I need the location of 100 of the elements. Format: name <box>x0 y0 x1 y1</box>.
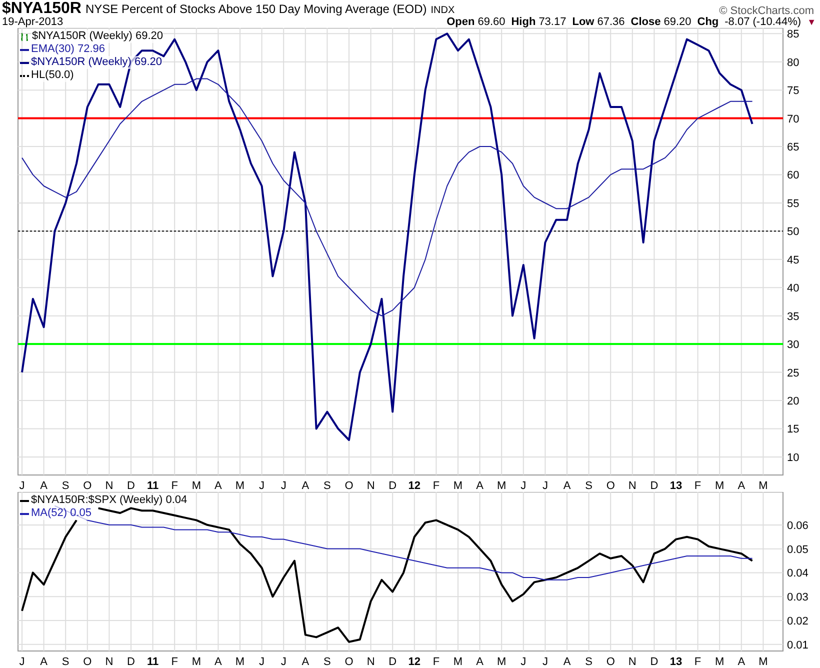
axis-label: M <box>192 656 201 668</box>
quote-label: Open <box>446 17 475 28</box>
axis-label: O <box>83 480 92 492</box>
legend-label: HL(50.0) <box>31 69 74 82</box>
axis-label: 55 <box>787 198 800 210</box>
axis-label: S <box>324 656 331 668</box>
axis-label: J <box>520 480 526 492</box>
axis-label: 80 <box>787 56 800 69</box>
axis-label: J <box>19 480 25 492</box>
axis-label: O <box>606 480 615 492</box>
axis-label: 65 <box>787 142 800 154</box>
axis-label: 30 <box>787 339 800 352</box>
change-marker: ▼ <box>807 18 816 27</box>
axis-label: F <box>432 656 440 668</box>
axis-label: 0.02 <box>787 615 808 628</box>
legend-label: $NYA150R (Weekly) 69.20 <box>32 30 164 43</box>
axis-label: M <box>758 656 768 668</box>
axis-label: 45 <box>787 254 800 266</box>
axis-label: J <box>19 656 25 668</box>
axis-label: M <box>715 480 724 492</box>
legend-label: MA(52) 0.05 <box>31 507 92 520</box>
axis-label: J <box>259 480 265 492</box>
axis-label: 0.04 <box>787 568 808 580</box>
axis-label: 25 <box>787 367 800 380</box>
quote-label: Chg <box>697 17 719 28</box>
axis-label: O <box>344 480 354 492</box>
quote-label: Close <box>630 17 661 28</box>
axis-label: M <box>453 480 463 492</box>
axis-label: D <box>127 480 135 492</box>
axis-label: A <box>738 480 746 492</box>
axis-label: D <box>127 656 135 668</box>
axis-label: N <box>366 656 375 668</box>
axis-label: 11 <box>146 480 159 492</box>
axis-label: J <box>542 656 548 668</box>
bars-icon <box>20 32 30 42</box>
axis-label: 20 <box>787 396 800 408</box>
axis-label: 13 <box>670 656 682 668</box>
axis-label: 10 <box>787 452 800 464</box>
quote-value: 69.20 <box>664 17 692 28</box>
legend-label: $NYA150R (Weekly) 69.20 <box>31 56 162 69</box>
axis-label: M <box>453 656 463 668</box>
axis-label: 12 <box>408 480 421 492</box>
axis-label: N <box>366 480 375 492</box>
axis-label: D <box>388 480 397 492</box>
axis-label: 0.01 <box>787 639 808 652</box>
axis-label: 40 <box>787 282 800 295</box>
axis-label: 0.05 <box>787 544 808 556</box>
quote-value: -8.07 (-10.44%) <box>724 17 802 28</box>
axis-label: 70 <box>787 113 800 126</box>
quote-label: High <box>511 17 536 28</box>
axis-label: J <box>280 656 286 668</box>
axis-label: J <box>520 656 526 668</box>
quote-value: 69.60 <box>478 17 506 28</box>
quote-value: 67.36 <box>597 17 625 28</box>
exchange-label: INDX <box>430 6 455 16</box>
axis-label: M <box>192 480 201 492</box>
axis-label: J <box>280 480 286 492</box>
axis-label: J <box>542 480 548 492</box>
axis-label: S <box>62 480 70 492</box>
legend-label: $NYA150R:$SPX (Weekly) 0.04 <box>31 494 188 507</box>
chart-description: NYSE Percent of Stocks Above 150 Day Moving Average (EOD) <box>85 3 427 15</box>
axis-label: A <box>302 480 310 492</box>
axis-label: S <box>62 656 70 668</box>
quote-value: 73.17 <box>538 17 566 28</box>
axis-label: D <box>388 656 397 668</box>
axis-label: 85 <box>787 28 800 41</box>
axis-label: A <box>738 656 746 668</box>
axis-label: D <box>650 480 658 492</box>
axis-label: A <box>563 480 571 492</box>
axis-label: 0.06 <box>787 520 808 532</box>
axis-label: M <box>235 656 245 668</box>
axis-label: 12 <box>408 656 421 668</box>
axis-label: F <box>694 480 702 492</box>
axis-label: M <box>497 656 506 668</box>
axis-label: 15 <box>787 424 800 436</box>
axis-label: F <box>171 656 178 668</box>
axis-label: A <box>214 480 222 492</box>
axis-label: M <box>715 656 724 668</box>
axis-label: S <box>585 656 592 668</box>
axis-label: S <box>324 480 331 492</box>
axis-label: M <box>497 480 506 492</box>
axis-label: O <box>606 656 615 668</box>
quote-label: Low <box>572 17 594 28</box>
axis-label: 13 <box>670 480 682 492</box>
axis-label: S <box>585 480 592 492</box>
axis-label: A <box>214 656 222 668</box>
legend-label: EMA(30) 72.96 <box>31 43 105 56</box>
axis-label: F <box>171 480 178 492</box>
date-label: 19-Apr-2013 <box>2 17 64 28</box>
axis-label: A <box>40 480 48 492</box>
axis-label: N <box>628 480 636 492</box>
axis-label: A <box>476 656 484 668</box>
axis-label: A <box>40 656 48 668</box>
axis-label: N <box>628 656 636 668</box>
axis-label: D <box>650 656 658 668</box>
symbol-title: $NYA150R <box>2 1 82 17</box>
axis-label: 35 <box>787 310 800 323</box>
credit-text: © StockCharts.com <box>719 6 815 17</box>
axis-label: 60 <box>787 170 800 182</box>
axis-label: J <box>259 656 265 668</box>
